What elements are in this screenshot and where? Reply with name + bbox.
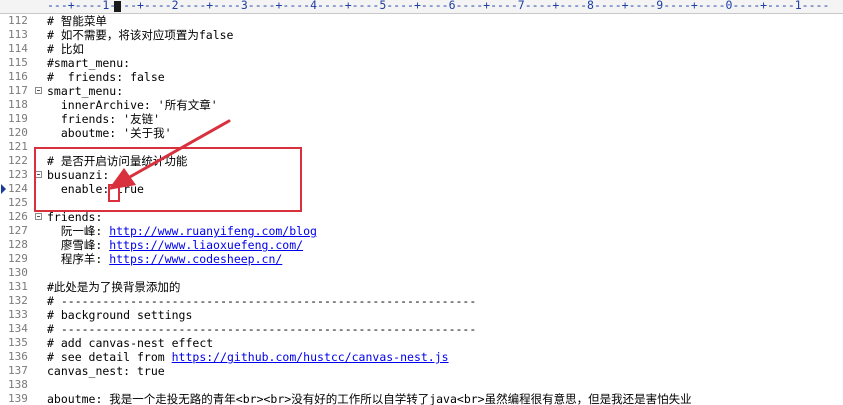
line-number: 136	[8, 350, 28, 363]
line-number: 127	[8, 224, 28, 237]
line-number: 137	[8, 364, 28, 377]
line-number: 131	[8, 280, 28, 293]
line-number: 130	[8, 266, 28, 279]
code-line[interactable]: 131 #此处是为了换背景添加的	[0, 280, 843, 294]
line-number: 113	[8, 28, 28, 41]
url-link[interactable]: https://www.codesheep.cn/	[109, 252, 282, 266]
code-line[interactable]: 112 # 智能菜单	[0, 14, 843, 28]
line-text[interactable]: canvas_nest: true	[47, 364, 165, 378]
line-number: 132	[8, 294, 28, 307]
line-text[interactable]: # see detail from https://github.com/hus…	[47, 350, 449, 364]
ruler-ticks: ---+----1----+----2----+----3----+----4-…	[47, 0, 830, 12]
line-number: 135	[8, 336, 28, 349]
fold-toggle-icon[interactable]	[35, 213, 42, 220]
line-number: 112	[8, 14, 28, 27]
code-line[interactable]: 134 # ----------------------------------…	[0, 322, 843, 336]
line-number: 139	[8, 392, 28, 405]
line-number: 116	[8, 70, 28, 83]
ruler-caret-indicator	[114, 1, 121, 12]
line-text[interactable]: # 智能菜单	[47, 14, 107, 28]
line-text[interactable]: # friends: false	[47, 70, 165, 84]
line-number: 114	[8, 42, 28, 55]
line-text-prefix: 阮一峰:	[47, 224, 110, 238]
line-number: 129	[8, 252, 28, 265]
line-number: 133	[8, 308, 28, 321]
line-number: 115	[8, 56, 28, 69]
line-number: 124	[8, 182, 28, 195]
code-line[interactable]: 116 # friends: false	[0, 70, 843, 84]
code-line[interactable]: 115 #smart_menu:	[0, 56, 843, 70]
line-number: 134	[8, 322, 28, 335]
line-text[interactable]: friends: '友链'	[47, 112, 160, 126]
url-link[interactable]: https://www.liaoxuefeng.com/	[109, 238, 303, 252]
code-line[interactable]: 138	[0, 378, 843, 392]
code-line[interactable]: 113 # 如不需要，将该对应项置为false	[0, 28, 843, 42]
code-line[interactable]: 136 # see detail from https://github.com…	[0, 350, 843, 364]
annotation-caret-box	[108, 184, 120, 202]
line-text[interactable]: smart_menu:	[47, 84, 123, 98]
code-line[interactable]: 133 # background settings	[0, 308, 843, 322]
line-text[interactable]: 阮一峰: http://www.ruanyifeng.com/blog	[47, 224, 317, 238]
code-line[interactable]: 117 smart_menu:	[0, 84, 843, 98]
line-number: 119	[8, 112, 28, 125]
line-text[interactable]: # --------------------------------------…	[47, 322, 476, 336]
code-line[interactable]: 118 innerArchive: '所有文章'	[0, 98, 843, 112]
line-text[interactable]: # 比如	[47, 42, 84, 56]
line-text[interactable]: friends:	[47, 210, 102, 224]
line-text[interactable]: aboutme: '关于我'	[47, 126, 172, 140]
code-line[interactable]: 137 canvas_nest: true	[0, 364, 843, 378]
text-editor[interactable]: ---+----1----+----2----+----3----+----4-…	[0, 0, 843, 405]
line-text-prefix: 程序羊:	[47, 252, 110, 266]
code-line[interactable]: 129 程序羊: https://www.codesheep.cn/	[0, 252, 843, 266]
code-line[interactable]: 130	[0, 266, 843, 280]
line-text-prefix: 廖雪峰:	[47, 238, 110, 252]
code-line[interactable]: 120 aboutme: '关于我'	[0, 126, 843, 140]
code-line[interactable]: 126 friends:	[0, 210, 843, 224]
annotation-highlight-box	[34, 147, 302, 212]
line-text[interactable]: # background settings	[47, 308, 192, 322]
code-line[interactable]: 127 阮一峰: http://www.ruanyifeng.com/blog	[0, 224, 843, 238]
column-ruler: ---+----1----+----2----+----3----+----4-…	[0, 0, 843, 14]
line-number: 118	[8, 98, 28, 111]
line-number: 123	[8, 168, 28, 181]
line-text[interactable]: 程序羊: https://www.codesheep.cn/	[47, 252, 282, 266]
line-number: 138	[8, 378, 28, 391]
line-number: 121	[8, 140, 28, 153]
line-number: 128	[8, 238, 28, 251]
code-line[interactable]: 135 # add canvas-nest effect	[0, 336, 843, 350]
line-text[interactable]: # add canvas-nest effect	[47, 336, 213, 350]
code-line[interactable]: 119 friends: '友链'	[0, 112, 843, 126]
code-line[interactable]: 114 # 比如	[0, 42, 843, 56]
line-number: 117	[8, 84, 28, 97]
line-number: 126	[8, 210, 28, 223]
current-line-marker-icon	[1, 184, 6, 194]
line-number: 125	[8, 196, 28, 209]
line-text[interactable]: # 如不需要，将该对应项置为false	[47, 28, 233, 42]
code-line[interactable]: 132 # ----------------------------------…	[0, 294, 843, 308]
fold-toggle-icon[interactable]	[35, 87, 42, 94]
code-line[interactable]: 128 廖雪峰: https://www.liaoxuefeng.com/	[0, 238, 843, 252]
url-link[interactable]: https://github.com/hustcc/canvas-nest.js	[172, 350, 449, 364]
line-text[interactable]: #此处是为了换背景添加的	[47, 280, 180, 294]
line-text-prefix: # see detail from	[47, 350, 172, 364]
line-text[interactable]: 廖雪峰: https://www.liaoxuefeng.com/	[47, 238, 303, 252]
line-text[interactable]: aboutme: 我是一个走投无路的青年<br><br>没有好的工作所以自学转了…	[47, 392, 692, 405]
line-number: 120	[8, 126, 28, 139]
url-link[interactable]: http://www.ruanyifeng.com/blog	[109, 224, 317, 238]
line-text[interactable]: # --------------------------------------…	[47, 294, 476, 308]
line-number: 122	[8, 154, 28, 167]
line-text[interactable]: innerArchive: '所有文章'	[47, 98, 218, 112]
code-line[interactable]: 139 aboutme: 我是一个走投无路的青年<br><br>没有好的工作所以…	[0, 392, 843, 405]
line-text[interactable]: #smart_menu:	[47, 56, 130, 70]
